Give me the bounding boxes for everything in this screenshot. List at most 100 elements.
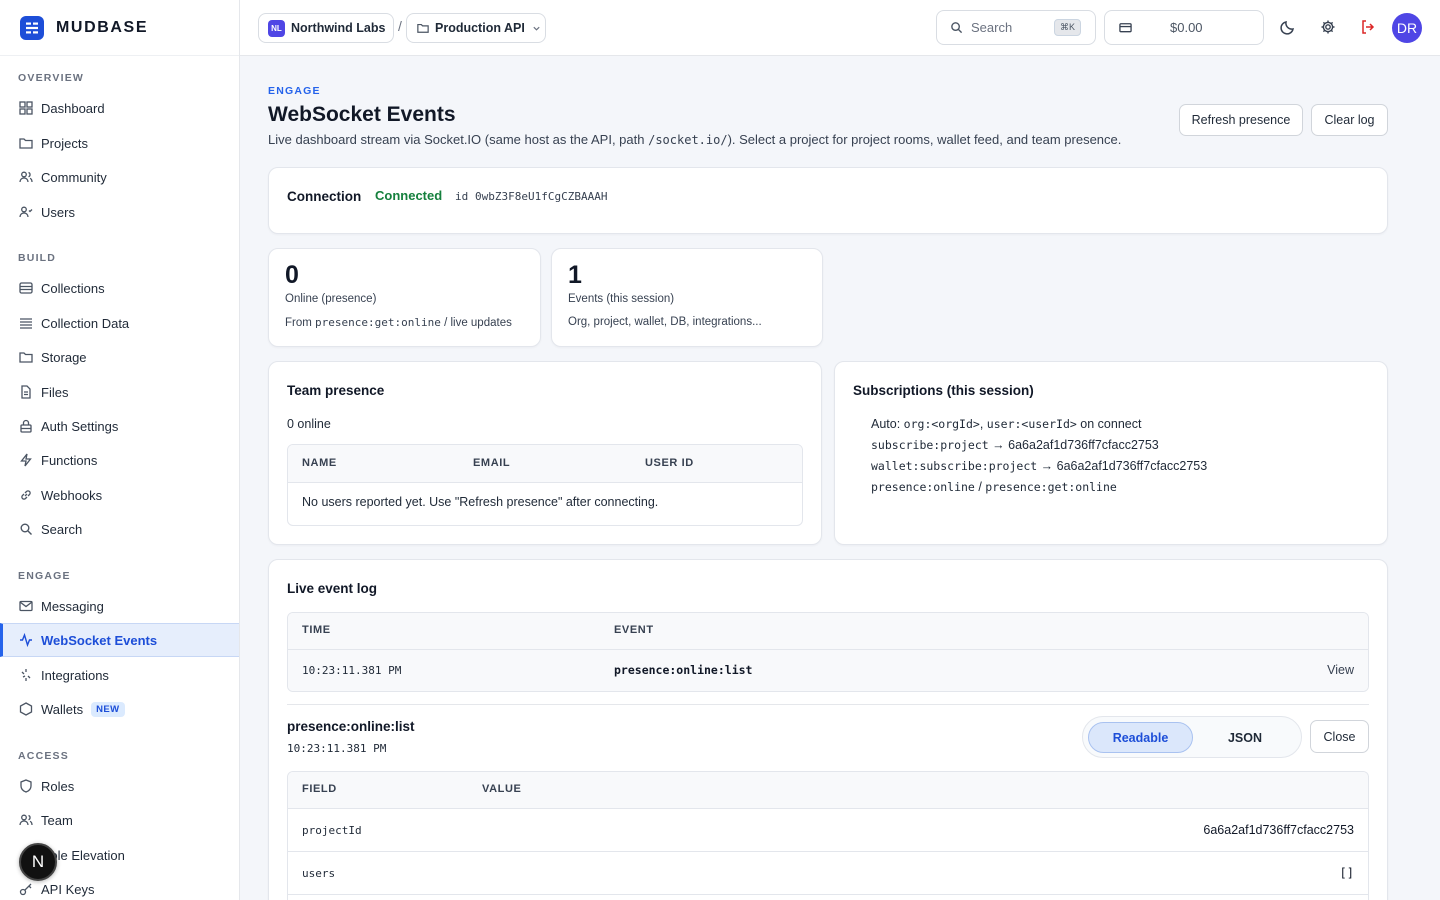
sidebar-item-label: Search xyxy=(41,521,83,537)
sub-text: / xyxy=(974,480,986,494)
sidebar-item-label: Storage xyxy=(41,349,87,365)
sidebar-item-messaging[interactable]: Messaging xyxy=(0,589,239,623)
detail-event-time: 10:23:11.381 PM xyxy=(287,742,387,755)
grid-icon xyxy=(18,101,33,116)
activity-icon xyxy=(18,633,33,648)
table-row[interactable]: 10:23:11.381 PM presence:online:list Vie… xyxy=(288,650,1368,691)
moon-icon[interactable] xyxy=(1278,17,1298,37)
lock-icon xyxy=(18,419,33,434)
sub-text: , xyxy=(979,417,987,431)
stat-sub: From presence:get:online / live updates xyxy=(285,316,512,329)
stat-sub-text: / live updates xyxy=(440,317,512,329)
org-name: Northwind Labs xyxy=(291,21,386,35)
column-header: FIELD xyxy=(302,783,337,795)
stat-value: 0 xyxy=(285,261,299,289)
subscription-line: Auto: org:<orgId>, user:<userId> on conn… xyxy=(871,417,1141,431)
close-detail-button[interactable]: Close xyxy=(1310,720,1369,753)
search-input[interactable]: Search ⌘K xyxy=(936,10,1096,45)
sub-text: Auto: xyxy=(871,417,904,431)
sidebar-item-projects[interactable]: Projects xyxy=(0,126,239,160)
sidebar-item-team[interactable]: Team xyxy=(0,803,239,837)
list-icon xyxy=(18,316,33,331)
stat-sub: Org, project, wallet, DB, integrations..… xyxy=(568,316,762,328)
project-switcher[interactable]: Production API xyxy=(406,13,546,43)
brand-name: MUDBASE xyxy=(56,18,149,36)
empty-state: No users reported yet. Use "Refresh pres… xyxy=(302,495,659,509)
logout-icon[interactable] xyxy=(1358,17,1378,37)
sidebar-item-auth-settings[interactable]: Auth Settings xyxy=(0,409,239,443)
readable-mode-button[interactable]: Readable xyxy=(1088,722,1193,753)
plug-icon xyxy=(18,668,33,683)
column-header: NAME xyxy=(302,457,337,469)
connection-id-label: id xyxy=(455,190,469,203)
floating-assistant-button[interactable]: N xyxy=(19,843,57,881)
brand[interactable]: MUDBASE xyxy=(0,0,239,56)
sidebar-item-collections[interactable]: Collections xyxy=(0,271,239,305)
description-text: Live dashboard stream via Socket.IO (sam… xyxy=(268,132,649,147)
org-switcher[interactable]: NL Northwind Labs xyxy=(258,13,394,43)
detail-table: FIELD VALUE projectId 6a6a2af1d736ff7cfa… xyxy=(287,771,1369,900)
user-avatar[interactable]: DR xyxy=(1392,13,1422,43)
sub-text: → 6a6a2af1d736ff7cfacc2753 xyxy=(988,438,1159,452)
refresh-presence-button[interactable]: Refresh presence xyxy=(1179,104,1303,136)
sidebar-item-functions[interactable]: Functions xyxy=(0,443,239,477)
sidebar-item-label: Collections xyxy=(41,280,105,296)
sidebar-item-roles[interactable]: Roles xyxy=(0,769,239,803)
sub-code: org:<orgId> xyxy=(903,417,980,431)
sidebar-item-label: Roles xyxy=(41,778,75,794)
link-icon xyxy=(18,488,33,503)
json-mode-button[interactable]: JSON xyxy=(1197,722,1293,753)
search-placeholder: Search xyxy=(971,20,1013,35)
column-header: VALUE xyxy=(482,783,522,795)
folder-icon xyxy=(18,136,33,151)
sidebar-item-wallets[interactable]: Wallets NEW xyxy=(0,692,239,726)
sidebar-item-files[interactable]: Files xyxy=(0,375,239,409)
section-label-build: BUILD xyxy=(18,252,57,264)
user-icon xyxy=(18,205,33,220)
gear-icon[interactable] xyxy=(1318,17,1338,37)
column-header: EMAIL xyxy=(473,457,511,469)
sub-code: presence:get:online xyxy=(985,480,1117,494)
stat-sub-code: presence:get:online xyxy=(315,316,441,329)
sub-code: subscribe:project xyxy=(871,438,989,452)
hexagon-icon xyxy=(18,702,33,717)
wallet-balance-button[interactable]: $0.00 xyxy=(1104,10,1264,45)
stat-label: Events (this session) xyxy=(568,293,675,305)
clear-log-button[interactable]: Clear log xyxy=(1311,104,1388,136)
main-content: ENGAGE WebSocket Events Live dashboard s… xyxy=(240,56,1440,900)
view-event-link[interactable]: View xyxy=(1327,663,1354,677)
sidebar-item-webhooks[interactable]: Webhooks xyxy=(0,478,239,512)
sidebar-item-dashboard[interactable]: Dashboard xyxy=(0,91,239,125)
sidebar-item-users[interactable]: Users xyxy=(0,195,239,229)
sub-code: presence:online xyxy=(871,480,975,494)
view-mode-toggle: Readable JSON xyxy=(1082,716,1302,758)
shield-icon xyxy=(18,779,33,794)
sidebar-item-label: Community xyxy=(41,169,107,185)
column-header: EVENT xyxy=(614,624,654,636)
users-icon xyxy=(18,170,33,185)
connection-status: Connected xyxy=(375,188,443,203)
field-value: 6a6a2af1d736ff7cfacc2753 xyxy=(1203,823,1354,837)
sub-text: → 6a6a2af1d736ff7cfacc2753 xyxy=(1037,459,1208,473)
sidebar-item-storage[interactable]: Storage xyxy=(0,340,239,374)
column-header: USER ID xyxy=(645,457,694,469)
table-row: users [] xyxy=(288,852,1368,895)
database-icon xyxy=(18,281,33,296)
sidebar-item-label: Wallets xyxy=(41,701,84,717)
sidebar-item-websocket-events[interactable]: WebSocket Events xyxy=(0,623,239,657)
page-eyebrow: ENGAGE xyxy=(268,85,321,97)
connection-id: 0wbZ3F8eU1fCgCZBAAAH xyxy=(475,190,608,203)
sidebar-item-label: Integrations xyxy=(41,667,109,683)
search-shortcut: ⌘K xyxy=(1053,19,1081,36)
sidebar-item-integrations[interactable]: Integrations xyxy=(0,658,239,692)
org-avatar: NL xyxy=(268,19,285,37)
sidebar-item-label: Dashboard xyxy=(41,100,105,116)
sidebar-item-label: Users xyxy=(41,204,75,220)
sidebar-item-collection-data[interactable]: Collection Data xyxy=(0,306,239,340)
sub-code: user:<userId> xyxy=(986,417,1077,431)
field-value: [] xyxy=(1339,866,1354,880)
sidebar-item-community[interactable]: Community xyxy=(0,160,239,194)
sidebar-item-search[interactable]: Search xyxy=(0,512,239,546)
subscription-line: presence:online / presence:get:online xyxy=(871,480,1117,494)
stat-label: Online (presence) xyxy=(285,293,377,305)
